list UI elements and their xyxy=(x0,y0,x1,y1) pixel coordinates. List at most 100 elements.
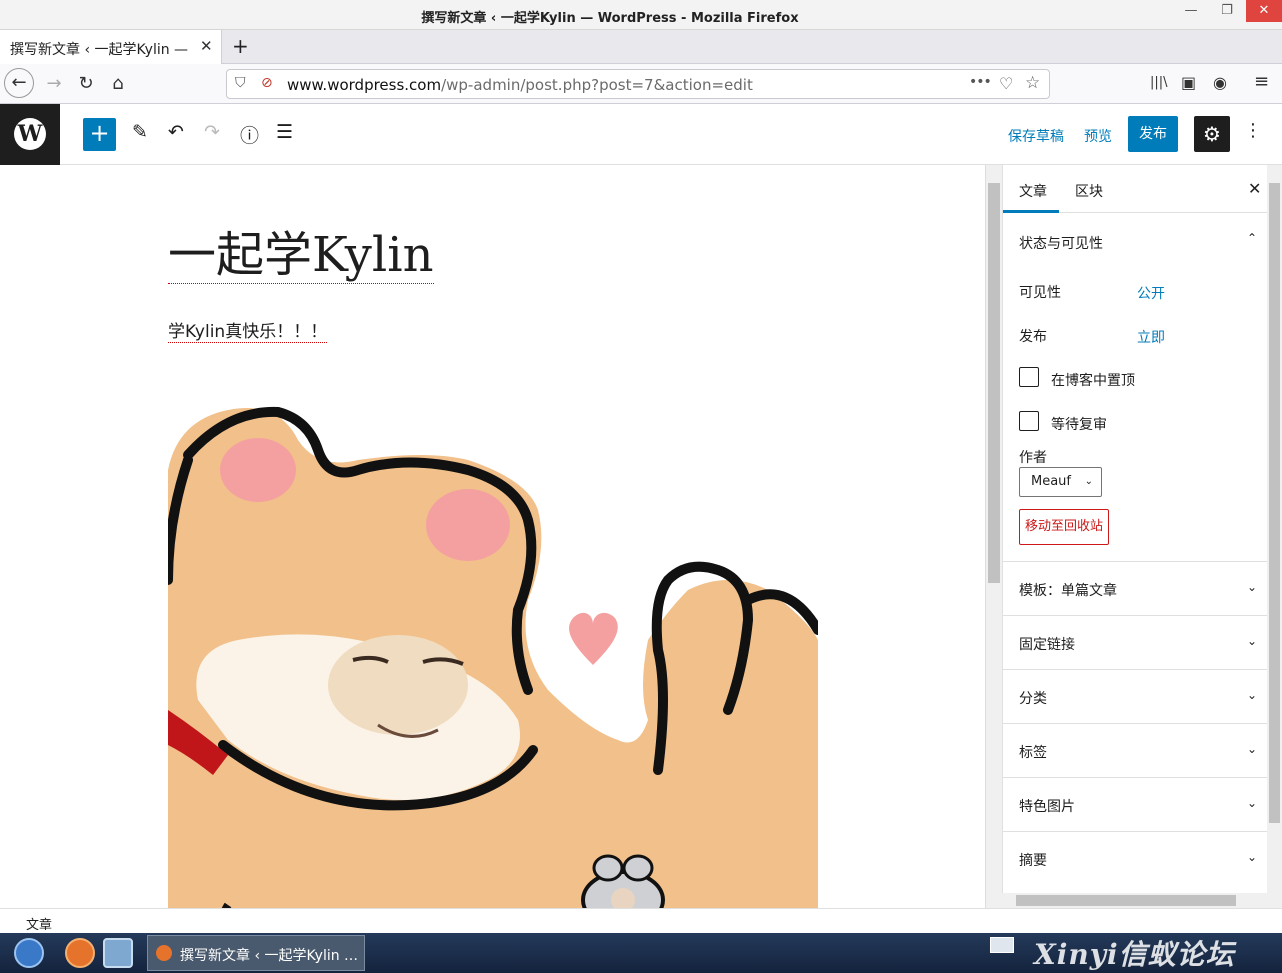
chevron-down-icon: ⌄ xyxy=(1247,742,1258,756)
chevron-down-icon: ⌄ xyxy=(1247,580,1258,594)
chevron-down-icon: ⌄ xyxy=(1247,688,1258,702)
taskbar-window-label: 撰写新文章 ‹ 一起学Kylin … xyxy=(180,948,359,964)
post-title[interactable]: 一起学Kylin xyxy=(168,227,434,284)
publish-button[interactable]: 发布 xyxy=(1128,116,1178,152)
browser-tab[interactable]: 撰写新文章 ‹ 一起学Kylin — WordPress ✕ xyxy=(0,30,222,64)
navigation-bar: ← → ↻ ⌂ ⛉ ⊘ www.wordpress.com/wp-admin/p… xyxy=(0,64,1282,104)
maximize-button[interactable]: ❐ xyxy=(1210,0,1244,22)
panel-tags[interactable]: 标签 ⌄ xyxy=(1003,723,1267,777)
panel-featured-image[interactable]: 特色图片 ⌄ xyxy=(1003,777,1267,831)
panel-permalink[interactable]: 固定链接 ⌄ xyxy=(1003,615,1267,669)
minimize-button[interactable]: — xyxy=(1174,0,1208,22)
library-icon[interactable]: |||\ xyxy=(1150,75,1168,90)
info-icon[interactable]: ⓘ xyxy=(240,121,259,148)
watermark-logo: Xinyi信蚁论坛 xyxy=(1034,938,1235,971)
firefox-icon xyxy=(156,945,172,961)
pocket-icon[interactable]: ♡ xyxy=(999,74,1013,93)
new-tab-button[interactable]: + xyxy=(232,34,249,58)
window-title: 撰写新文章 ‹ 一起学Kylin — WordPress - Mozilla F… xyxy=(421,11,799,26)
file-manager-launcher-icon[interactable] xyxy=(103,938,133,968)
insecure-lock-icon[interactable]: ⊘ xyxy=(261,75,273,91)
sidebar-scrollbar[interactable] xyxy=(1267,165,1282,908)
panel-template[interactable]: 模板：单篇文章 ⌄ xyxy=(1003,561,1267,615)
collapse-chevron-icon[interactable]: ⌃ xyxy=(1247,231,1257,245)
redo-icon[interactable]: ↷ xyxy=(204,121,220,143)
url-text[interactable]: www.wordpress.com/wp-admin/post.php?post… xyxy=(287,76,753,94)
save-draft-button[interactable]: 保存草稿 xyxy=(1008,126,1064,146)
firefox-launcher-icon[interactable] xyxy=(65,938,95,968)
home-button[interactable]: ⌂ xyxy=(104,70,132,98)
move-to-trash-button[interactable]: 移动至回收站 xyxy=(1019,509,1109,545)
sticky-checkbox[interactable] xyxy=(1019,367,1039,387)
reload-button[interactable]: ↻ xyxy=(72,70,100,98)
tray-display-icon[interactable] xyxy=(990,937,1014,953)
sidebar-scrollbar-thumb[interactable] xyxy=(1269,183,1280,823)
sidebar-toggle-icon[interactable]: ▣ xyxy=(1181,73,1196,92)
pending-review-checkbox[interactable] xyxy=(1019,411,1039,431)
bear-cartoon-illustration xyxy=(168,406,818,908)
chevron-down-icon: ⌄ xyxy=(1084,476,1093,487)
settings-sidebar: 文章 区块 ✕ 状态与可见性 ⌃ 可见性 公开 发布 立即 在博客中置顶 等待复… xyxy=(1002,165,1267,893)
wordpress-icon: W xyxy=(14,118,46,150)
url-bar[interactable]: ⛉ ⊘ www.wordpress.com/wp-admin/post.php?… xyxy=(226,69,1050,99)
visibility-toggle[interactable]: 公开 xyxy=(1137,283,1165,303)
undo-icon[interactable]: ↶ xyxy=(168,121,184,143)
panel-title-featured-image: 特色图片 xyxy=(1019,799,1075,815)
outline-icon[interactable]: ☰ xyxy=(276,121,293,143)
horizontal-scrollbar-thumb[interactable] xyxy=(1016,895,1236,906)
account-icon[interactable]: ◉ xyxy=(1213,73,1227,92)
tools-pencil-icon[interactable]: ✎ xyxy=(132,121,148,143)
publish-date-toggle[interactable]: 立即 xyxy=(1137,327,1165,347)
page-actions-icon[interactable]: ••• xyxy=(969,74,992,90)
panel-title-tags: 标签 xyxy=(1019,745,1047,761)
tab-close-icon[interactable]: ✕ xyxy=(200,37,213,55)
start-menu-icon[interactable] xyxy=(14,938,44,968)
shield-icon[interactable]: ⛉ xyxy=(235,75,246,91)
tab-post[interactable]: 文章 xyxy=(1019,181,1047,201)
panel-excerpt[interactable]: 摘要 ⌄ xyxy=(1003,831,1267,885)
panel-title-permalink: 固定链接 xyxy=(1019,637,1075,653)
os-taskbar: 撰写新文章 ‹ 一起学Kylin … Xinyi信蚁论坛 xyxy=(0,933,1282,973)
url-path: /wp-admin/post.php?post=7&action=edit xyxy=(441,76,753,94)
close-sidebar-icon[interactable]: ✕ xyxy=(1248,179,1261,198)
chevron-down-icon: ⌄ xyxy=(1247,796,1258,810)
editor-scrollbar[interactable] xyxy=(985,165,1002,908)
author-label: 作者 xyxy=(1019,450,1047,466)
breadcrumb[interactable]: 文章 xyxy=(26,914,52,933)
window-close-button[interactable]: ✕ xyxy=(1246,0,1282,22)
sidebar-horizontal-scrollbar[interactable] xyxy=(1002,893,1267,908)
publish-label: 发布 xyxy=(1019,329,1047,345)
sidebar-tabs: 文章 区块 ✕ xyxy=(1003,165,1267,213)
active-tab-indicator xyxy=(1003,210,1059,213)
visibility-label: 可见性 xyxy=(1019,285,1061,301)
editor-scrollbar-thumb[interactable] xyxy=(988,183,1000,583)
author-select[interactable]: Meauf ⌄ xyxy=(1019,467,1102,497)
settings-gear-icon[interactable]: ⚙ xyxy=(1194,116,1230,152)
window-titlebar: 撰写新文章 ‹ 一起学Kylin — WordPress - Mozilla F… xyxy=(0,0,1282,30)
chevron-down-icon: ⌄ xyxy=(1247,634,1258,648)
more-options-icon[interactable]: ⋮ xyxy=(1244,120,1262,141)
tab-label: 撰写新文章 ‹ 一起学Kylin — WordPress xyxy=(10,42,190,58)
menu-icon[interactable]: ≡ xyxy=(1254,71,1269,92)
panel-title-categories: 分类 xyxy=(1019,691,1047,707)
editor-canvas: 一起学Kylin 学Kylin真快乐！！！ xyxy=(0,165,985,908)
preview-button[interactable]: 预览 xyxy=(1084,126,1112,146)
panel-title-status[interactable]: 状态与可见性 xyxy=(1019,233,1103,253)
post-paragraph[interactable]: 学Kylin真快乐！！！ xyxy=(168,317,328,343)
bookmark-star-icon[interactable]: ☆ xyxy=(1025,73,1040,93)
editor-toolbar: W + ✎ ↶ ↷ ⓘ ☰ 保存草稿 预览 发布 ⚙ ⋮ xyxy=(0,104,1282,165)
tab-bar: 撰写新文章 ‹ 一起学Kylin — WordPress ✕ + xyxy=(0,30,1282,64)
add-block-button[interactable]: + xyxy=(83,118,116,151)
chevron-down-icon: ⌄ xyxy=(1247,850,1258,864)
tab-block[interactable]: 区块 xyxy=(1075,181,1103,201)
panel-title-excerpt: 摘要 xyxy=(1019,853,1047,869)
sticky-label[interactable]: 在博客中置顶 xyxy=(1051,370,1135,390)
wordpress-logo[interactable]: W xyxy=(0,104,60,165)
pending-review-label[interactable]: 等待复审 xyxy=(1051,414,1107,434)
post-image-block[interactable] xyxy=(168,400,818,908)
taskbar-window-button[interactable]: 撰写新文章 ‹ 一起学Kylin … xyxy=(147,935,365,971)
forward-button[interactable]: → xyxy=(40,70,68,98)
panel-categories[interactable]: 分类 ⌄ xyxy=(1003,669,1267,723)
url-domain: www.wordpress.com xyxy=(287,76,442,94)
back-button[interactable]: ← xyxy=(4,68,34,98)
